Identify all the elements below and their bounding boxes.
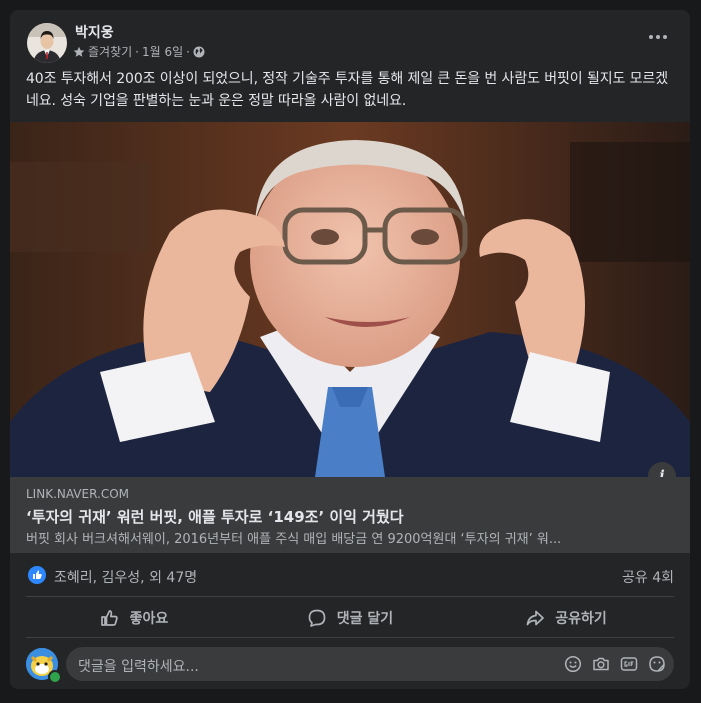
- comment-composer: 댓글을 입력하세요...: [26, 646, 674, 684]
- reactions-summary[interactable]: 조혜리, 김우성, 외 47명: [28, 566, 197, 588]
- share-icon: [526, 610, 545, 626]
- globe-icon[interactable]: [193, 46, 205, 58]
- comment-tools: [564, 655, 666, 673]
- meta-separator: ·: [135, 44, 139, 59]
- more-dots-icon: [649, 35, 667, 39]
- link-preview[interactable]: LINK.NAVER.COM ‘투자의 귀재’ 워런 버핏, 애플 투자로 ‘1…: [10, 477, 690, 553]
- link-title[interactable]: ‘투자의 귀재’ 워런 버핏, 애플 투자로 ‘149조’ 이익 거뒀다: [26, 506, 404, 527]
- comment-label: 댓글 달기: [336, 611, 394, 627]
- link-preview-image[interactable]: [10, 122, 690, 477]
- like-button[interactable]: 좋아요: [26, 599, 242, 637]
- share-button[interactable]: 공유하기: [458, 599, 674, 637]
- star-icon: [73, 46, 85, 58]
- link-domain: LINK.NAVER.COM: [26, 487, 129, 501]
- post-meta: 즐겨찾기 · 1월 6일 ·: [73, 43, 205, 60]
- comment-icon: [308, 609, 326, 627]
- gif-icon[interactable]: [620, 655, 638, 673]
- audience-label[interactable]: 즐겨찾기: [88, 43, 132, 60]
- shares-count[interactable]: 공유 4회: [622, 567, 674, 587]
- post-card: 박지웅 즐겨찾기 · 1월 6일 · 40조 투자해서 200조 이상이 되었으…: [10, 10, 690, 689]
- comment-placeholder: 댓글을 입력하세요...: [78, 659, 199, 675]
- like-label: 좋아요: [129, 611, 169, 627]
- divider: [26, 637, 674, 638]
- post-text: 40조 투자해서 200조 이상이 되었으니, 정작 기술주 투자를 통해 제일…: [26, 71, 668, 109]
- share-label: 공유하기: [555, 611, 607, 627]
- post-actions: 좋아요 댓글 달기 공유하기: [26, 599, 674, 637]
- comment-button[interactable]: 댓글 달기: [242, 599, 458, 637]
- camera-icon[interactable]: [592, 655, 610, 673]
- thumbs-up-icon: [100, 610, 118, 626]
- sticker-icon[interactable]: [648, 655, 666, 673]
- meta-separator: ·: [186, 44, 190, 59]
- more-options-button[interactable]: [646, 30, 670, 44]
- author-name[interactable]: 박지웅: [75, 22, 114, 42]
- emoji-icon[interactable]: [564, 655, 582, 673]
- post-date[interactable]: 1월 6일: [142, 43, 183, 60]
- like-reaction-icon: [28, 566, 46, 588]
- link-description: 버핏 회사 버크셔해서웨이, 2016년부터 애플 주식 매입 배당금 연 92…: [26, 532, 562, 547]
- divider: [26, 596, 674, 597]
- online-status-dot: [48, 670, 62, 684]
- reactions-text[interactable]: 조혜리, 김우성, 외 47명: [54, 567, 197, 587]
- author-avatar[interactable]: [27, 23, 67, 63]
- comment-input[interactable]: 댓글을 입력하세요...: [66, 647, 674, 681]
